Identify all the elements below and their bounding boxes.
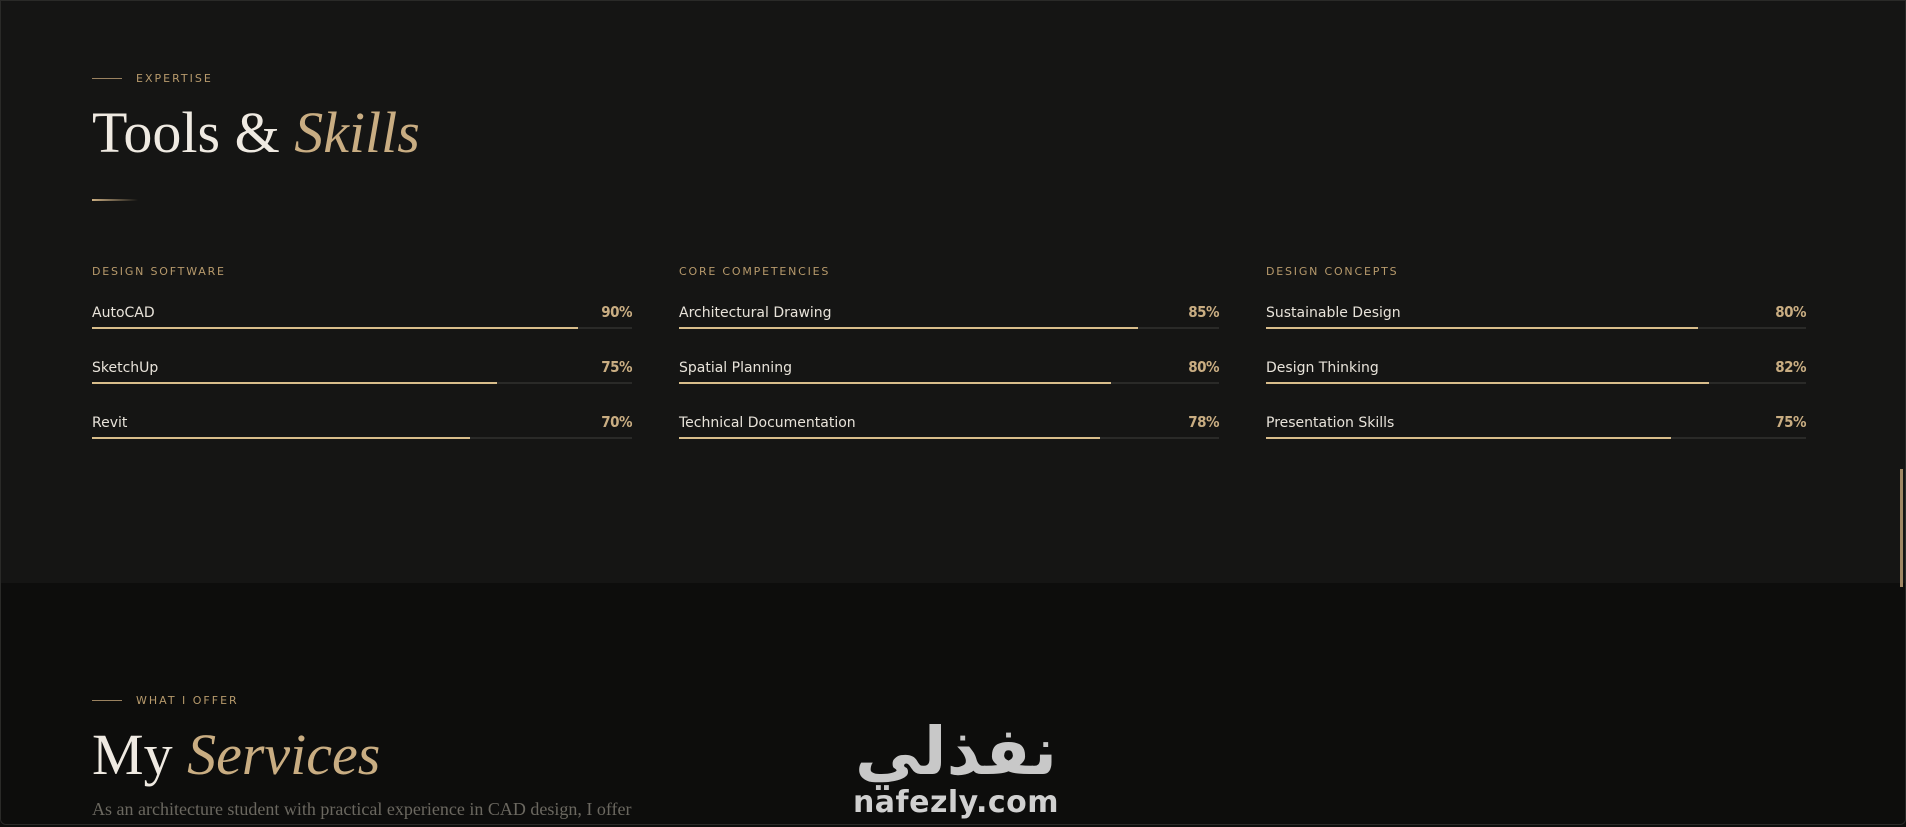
skills-section: EXPERTISE Tools & Skills DESIGN SOFTWARE…: [1, 1, 1905, 583]
skill-track: [1266, 327, 1806, 329]
skill-percent: 75%: [601, 358, 632, 376]
column-title: DESIGN CONCEPTS: [1266, 265, 1399, 278]
skill-fill: [92, 382, 497, 384]
skill-name: Spatial Planning: [679, 360, 792, 376]
skill-track: [679, 382, 1219, 384]
skill-row: Architectural Drawing 85%: [679, 301, 1219, 356]
skill-fill: [1266, 437, 1671, 439]
nafezly-watermark: نفذلي nafezly.com: [846, 716, 1066, 818]
column-title: DESIGN SOFTWARE: [92, 265, 226, 278]
skill-track: [92, 327, 632, 329]
skill-fill: [1266, 382, 1709, 384]
skills-eyebrow: EXPERTISE: [92, 72, 213, 85]
eyebrow-line: [92, 700, 122, 701]
eyebrow-line: [92, 78, 122, 79]
skill-track: [1266, 382, 1806, 384]
skill-track: [1266, 437, 1806, 439]
skill-name: Revit: [92, 415, 128, 431]
skill-fill: [679, 437, 1101, 439]
skill-fill: [92, 437, 470, 439]
heading-underline: [92, 199, 138, 201]
services-description: As an architecture student with practica…: [92, 799, 632, 819]
skill-name: SketchUp: [92, 360, 159, 376]
watermark-latin: nafezly.com: [852, 785, 1060, 820]
skill-fill: [92, 327, 578, 329]
services-heading-accent: Services: [187, 722, 381, 787]
skills-eyebrow-text: EXPERTISE: [136, 72, 213, 85]
column-title: CORE COMPETENCIES: [679, 265, 831, 278]
skill-track: [679, 437, 1219, 439]
skill-name: Architectural Drawing: [679, 305, 832, 321]
skill-percent: 75%: [1775, 413, 1806, 431]
services-eyebrow: WHAT I OFFER: [92, 694, 239, 707]
skill-percent: 90%: [601, 303, 632, 321]
scrollbar-thumb[interactable]: [1900, 469, 1903, 587]
skill-row: Spatial Planning 80%: [679, 356, 1219, 411]
skill-track: [679, 327, 1219, 329]
skill-column-core-competencies: CORE COMPETENCIES Architectural Drawing …: [679, 265, 1219, 466]
skill-name: Presentation Skills: [1266, 415, 1395, 431]
skill-column-design-software: DESIGN SOFTWARE AutoCAD 90% SketchUp 75%…: [92, 265, 632, 466]
skill-percent: 80%: [1188, 358, 1219, 376]
services-eyebrow-text: WHAT I OFFER: [136, 694, 239, 707]
skill-percent: 78%: [1188, 413, 1219, 431]
skill-percent: 85%: [1188, 303, 1219, 321]
skill-percent: 80%: [1775, 303, 1806, 321]
skill-row: Sustainable Design 80%: [1266, 301, 1806, 356]
skill-fill: [679, 382, 1111, 384]
skill-fill: [1266, 327, 1698, 329]
skill-row: Presentation Skills 75%: [1266, 411, 1806, 466]
services-heading: My Services: [92, 721, 380, 788]
skill-name: Technical Documentation: [679, 415, 856, 431]
skills-heading: Tools & Skills: [92, 99, 420, 166]
skill-percent: 70%: [601, 413, 632, 431]
skill-row: Design Thinking 82%: [1266, 356, 1806, 411]
skill-name: AutoCAD: [92, 305, 155, 321]
skill-column-design-concepts: DESIGN CONCEPTS Sustainable Design 80% D…: [1266, 265, 1806, 466]
skills-heading-accent: Skills: [294, 100, 420, 165]
skill-row: Technical Documentation 78%: [679, 411, 1219, 466]
skill-track: [92, 437, 632, 439]
skill-track: [92, 382, 632, 384]
skill-row: Revit 70%: [92, 411, 632, 466]
skill-name: Design Thinking: [1266, 360, 1379, 376]
skill-row: SketchUp 75%: [92, 356, 632, 411]
services-heading-main: My: [92, 722, 188, 787]
skill-name: Sustainable Design: [1266, 305, 1401, 321]
skills-heading-main: Tools &: [92, 100, 295, 165]
skill-fill: [679, 327, 1138, 329]
page-frame: EXPERTISE Tools & Skills DESIGN SOFTWARE…: [0, 0, 1906, 825]
skill-row: AutoCAD 90%: [92, 301, 632, 356]
watermark-arabic: نفذلي: [855, 713, 1057, 790]
skill-percent: 82%: [1775, 358, 1806, 376]
